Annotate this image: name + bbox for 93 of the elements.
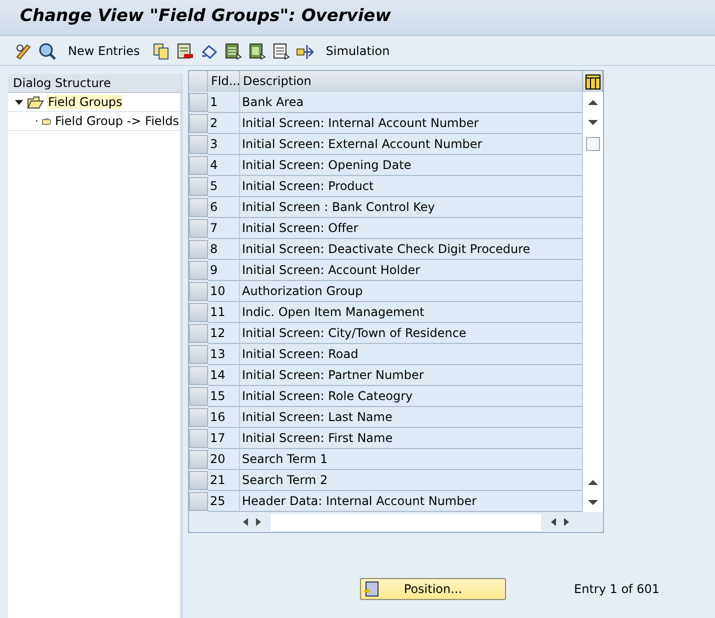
table-cell: 5 [208, 176, 240, 197]
toolbar-button[interactable]: Simulation [326, 44, 390, 58]
row-selector[interactable] [189, 198, 208, 217]
table-cell: 20 [208, 449, 240, 470]
scroll-left-icon[interactable] [241, 517, 250, 527]
table-deselect-icon[interactable] [272, 42, 290, 60]
scroll-up-icon[interactable] [587, 477, 599, 487]
vertical-scrollbar[interactable] [583, 92, 603, 512]
table-cell: Initial Screen: Road [240, 344, 583, 365]
window-title: Change View "Field Groups": Overview [20, 6, 391, 26]
select-all-header[interactable] [189, 71, 208, 92]
row-selector[interactable] [189, 177, 208, 196]
table-cell: Authorization Group [240, 281, 583, 302]
row-selector[interactable] [189, 324, 208, 343]
table-cell: 25 [208, 491, 240, 512]
row-selector[interactable] [189, 135, 208, 154]
column-header[interactable]: Description [240, 71, 583, 92]
table-cell: Initial Screen : Bank Control Key [240, 197, 583, 218]
table-cell: 8 [208, 239, 240, 260]
table-cell: 4 [208, 155, 240, 176]
table-cell: 11 [208, 302, 240, 323]
table-cell: 15 [208, 386, 240, 407]
row-selector[interactable] [189, 450, 208, 469]
table-cell: 16 [208, 407, 240, 428]
row-selector[interactable] [189, 282, 208, 301]
row-selector[interactable] [189, 345, 208, 364]
position-icon [363, 581, 379, 597]
row-selector[interactable] [189, 366, 208, 385]
table-cell: 6 [208, 197, 240, 218]
search-icon[interactable] [38, 42, 56, 60]
panel-header: Dialog Structure [8, 74, 180, 93]
table-cell: Header Data: Internal Account Number [240, 491, 583, 512]
scroll-left-icon[interactable] [549, 517, 558, 527]
table-cell: Initial Screen: Internal Account Number [240, 113, 583, 134]
delete-icon[interactable] [176, 42, 194, 60]
row-selector[interactable] [189, 219, 208, 238]
table-cell: 2 [208, 113, 240, 134]
row-selector[interactable] [189, 240, 208, 259]
table-cell: Initial Screen: Product [240, 176, 583, 197]
table-cell: Search Term 2 [240, 470, 583, 491]
row-selector[interactable] [189, 492, 208, 511]
table-select-icon[interactable] [224, 42, 242, 60]
scroll-thumb-icon[interactable] [586, 137, 600, 151]
row-selector[interactable] [189, 408, 208, 427]
table-cell: 14 [208, 365, 240, 386]
table-cell: Initial Screen: City/Town of Residence [240, 323, 583, 344]
table-cell: 21 [208, 470, 240, 491]
table-cell: 10 [208, 281, 240, 302]
row-selector[interactable] [189, 93, 208, 112]
table-block-icon[interactable] [248, 42, 266, 60]
row-selector[interactable] [189, 114, 208, 133]
column-header[interactable]: Fld... [208, 71, 240, 92]
column-settings-icon[interactable] [584, 74, 600, 90]
scroll-right-icon[interactable] [254, 517, 263, 527]
row-selector[interactable] [189, 387, 208, 406]
tree-item[interactable]: Field Groups [47, 95, 124, 109]
table-cell: Search Term 1 [240, 449, 583, 470]
row-selector[interactable] [189, 471, 208, 490]
table-cell: Indic. Open Item Management [240, 302, 583, 323]
scroll-down-icon[interactable] [587, 117, 599, 127]
scrollbar-track[interactable] [271, 514, 541, 530]
expand-arrow-icon[interactable] [14, 97, 24, 107]
table-cell: Initial Screen: Deactivate Check Digit Procedure [240, 239, 583, 260]
table-cell: 7 [208, 218, 240, 239]
toolbar-button[interactable]: New Entries [68, 44, 140, 58]
pencil-icon[interactable] [14, 42, 32, 60]
scroll-up-icon[interactable] [587, 97, 599, 107]
table-cell: Bank Area [240, 92, 583, 113]
table-cell: Initial Screen: Account Holder [240, 260, 583, 281]
scroll-down-icon[interactable] [587, 497, 599, 507]
table-cell: 3 [208, 134, 240, 155]
position-button[interactable]: Position... [360, 578, 506, 600]
row-selector[interactable] [189, 156, 208, 175]
row-selector[interactable] [189, 261, 208, 280]
copy-icon[interactable] [152, 42, 170, 60]
table-cell: 12 [208, 323, 240, 344]
table-cell: Initial Screen: External Account Number [240, 134, 583, 155]
table-cell: Initial Screen: First Name [240, 428, 583, 449]
table-cell: 13 [208, 344, 240, 365]
scroll-right-icon[interactable] [562, 517, 571, 527]
table-cell: 9 [208, 260, 240, 281]
table-cell: 17 [208, 428, 240, 449]
table-cell: Initial Screen: Partner Number [240, 365, 583, 386]
open-folder-icon [27, 96, 44, 108]
table-cell: Initial Screen: Last Name [240, 407, 583, 428]
row-selector[interactable] [189, 429, 208, 448]
tree-item[interactable]: Field Group -> Fields [54, 114, 180, 128]
entry-counter: Entry 1 of 601 [574, 582, 660, 596]
table-cell: Initial Screen: Opening Date [240, 155, 583, 176]
table-cell: Initial Screen: Role Cateogry [240, 386, 583, 407]
row-selector[interactable] [189, 303, 208, 322]
table-cell: 1 [208, 92, 240, 113]
table-cell: Initial Screen: Offer [240, 218, 583, 239]
